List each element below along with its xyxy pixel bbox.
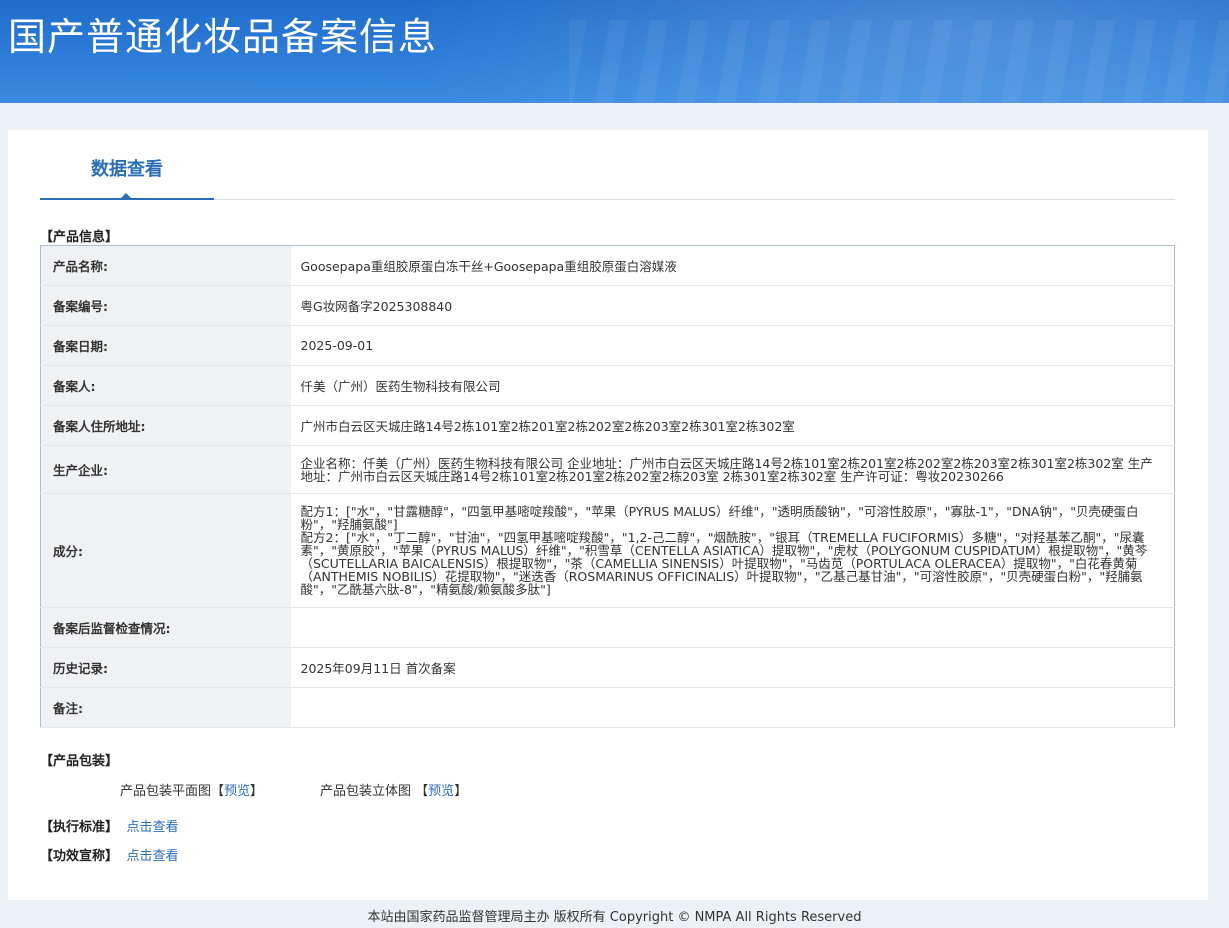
- packaging-solid-label: 产品包装立体图: [320, 784, 412, 799]
- field-label: 备案后监督检查情况:: [40, 607, 291, 648]
- field-label: 成分:: [40, 493, 291, 608]
- packaging-flat-label: 产品包装平面图: [120, 784, 212, 799]
- field-value: 2025年09月11日 首次备案: [290, 647, 1175, 688]
- table-row: 备案人住所地址: 广州市白云区天城庄路14号2栋101室2栋201室2栋202室2…: [40, 405, 1175, 446]
- efficacy-heading: 【功效宣称】 点击查看: [40, 845, 179, 864]
- field-label: 产品名称:: [40, 245, 291, 286]
- field-value-line: 企业名称：仟美（广州）医药生物科技有限公司 企业地址：广州市白云区天城庄路14号…: [300, 455, 1153, 484]
- bracket: 】: [250, 784, 264, 799]
- field-value-line: 配方2：["水"，"丁二醇"，"甘油"，"四氢甲基嘧啶羧酸"，"1,2-己二醇"…: [300, 530, 1148, 597]
- product-info-heading: 【产品信息】: [40, 230, 119, 245]
- field-value-line: 2025-09-01: [300, 338, 374, 353]
- table-row: 备注:: [40, 687, 1175, 728]
- standard-heading: 【执行标准】 点击查看: [40, 816, 179, 835]
- table-row: 产品名称: Goosepapa重组胶原蛋白冻干丝+Goosepapa重组胶原蛋白溶…: [40, 245, 1175, 286]
- packaging-flat: 产品包装平面图【预览】: [120, 780, 263, 799]
- field-value: 企业名称：仟美（广州）医药生物科技有限公司 企业地址：广州市白云区天城庄路14号…: [290, 445, 1175, 494]
- page-title: 国产普通化妆品备案信息: [8, 15, 438, 59]
- field-value: 仟美（广州）医药生物科技有限公司: [290, 365, 1175, 406]
- table-row: 备案人: 仟美（广州）医药生物科技有限公司: [40, 365, 1175, 406]
- tab-bar: 数据查看: [40, 130, 1175, 200]
- tab-data-view[interactable]: 数据查看: [40, 130, 214, 200]
- packaging-solid-preview-link[interactable]: 预览: [428, 784, 454, 799]
- field-value: 2025-09-01: [290, 325, 1175, 366]
- bracket: 【: [211, 784, 225, 799]
- field-label: 备注:: [40, 687, 291, 728]
- standard-view-link[interactable]: 点击查看: [127, 820, 179, 835]
- table-row: 生产企业: 企业名称：仟美（广州）医药生物科技有限公司 企业地址：广州市白云区天城…: [40, 445, 1175, 494]
- field-value: 配方1：["水"，"甘露糖醇"，"四氢甲基嘧啶羧酸"，"苹果（PYRUS MAL…: [290, 493, 1175, 608]
- table-row: 成分: 配方1：["水"，"甘露糖醇"，"四氢甲基嘧啶羧酸"，"苹果（PYRUS …: [40, 493, 1175, 608]
- packaging-heading: 【产品包装】: [40, 754, 119, 769]
- field-value: 广州市白云区天城庄路14号2栋101室2栋201室2栋202室2栋203室2栋3…: [290, 405, 1175, 446]
- footer-copyright: 本站由国家药品监督管理局主办 版权所有 Copyright © NMPA All…: [367, 910, 862, 925]
- table-row: 备案编号: 粤G妆网备字2025308840: [40, 285, 1175, 326]
- field-label: 备案人:: [40, 365, 291, 406]
- field-value-line: Goosepapa重组胶原蛋白冻干丝+Goosepapa重组胶原蛋白溶媒液: [300, 259, 677, 274]
- tab-caret-icon: [120, 193, 132, 199]
- field-value-line: 2025年09月11日 首次备案: [300, 661, 456, 676]
- field-value: [290, 607, 1175, 648]
- table-row: 备案后监督检查情况:: [40, 607, 1175, 648]
- table-row: 备案日期: 2025-09-01: [40, 325, 1175, 366]
- field-label: 备案日期:: [40, 325, 291, 366]
- field-label: 历史记录:: [40, 647, 291, 688]
- bracket: 】: [454, 784, 468, 799]
- field-value: [290, 687, 1175, 728]
- field-label: 备案编号:: [40, 285, 291, 326]
- field-value-line: 仟美（广州）医药生物科技有限公司: [300, 379, 501, 394]
- efficacy-label: 【功效宣称】: [40, 849, 119, 864]
- field-value-line: 广州市白云区天城庄路14号2栋101室2栋201室2栋202室2栋203室2栋3…: [300, 419, 795, 434]
- field-label: 生产企业:: [40, 445, 291, 494]
- packaging-solid: 产品包装立体图 【预览】: [320, 780, 467, 799]
- field-value-line: 配方1：["水"，"甘露糖醇"，"四氢甲基嘧啶羧酸"，"苹果（PYRUS MAL…: [300, 504, 1139, 532]
- field-value: Goosepapa重组胶原蛋白冻干丝+Goosepapa重组胶原蛋白溶媒液: [290, 245, 1175, 286]
- packaging-flat-preview-link[interactable]: 预览: [224, 784, 250, 799]
- product-info-table: 产品名称: Goosepapa重组胶原蛋白冻干丝+Goosepapa重组胶原蛋白溶…: [40, 245, 1175, 728]
- standard-label: 【执行标准】: [40, 820, 119, 835]
- tab-label: 数据查看: [91, 159, 163, 180]
- table-row: 历史记录: 2025年09月11日 首次备案: [40, 647, 1175, 688]
- field-label: 备案人住所地址:: [40, 405, 291, 446]
- efficacy-view-link[interactable]: 点击查看: [127, 849, 179, 864]
- field-value-line: 粤G妆网备字2025308840: [300, 299, 453, 314]
- content-card: 数据查看 【产品信息】 产品名称: Goosepapa重组胶原蛋白冻干丝+Goos…: [8, 130, 1208, 900]
- header-banner: 国产普通化妆品备案信息: [0, 0, 1229, 103]
- field-value: 粤G妆网备字2025308840: [290, 285, 1175, 326]
- bracket: 【: [415, 784, 429, 799]
